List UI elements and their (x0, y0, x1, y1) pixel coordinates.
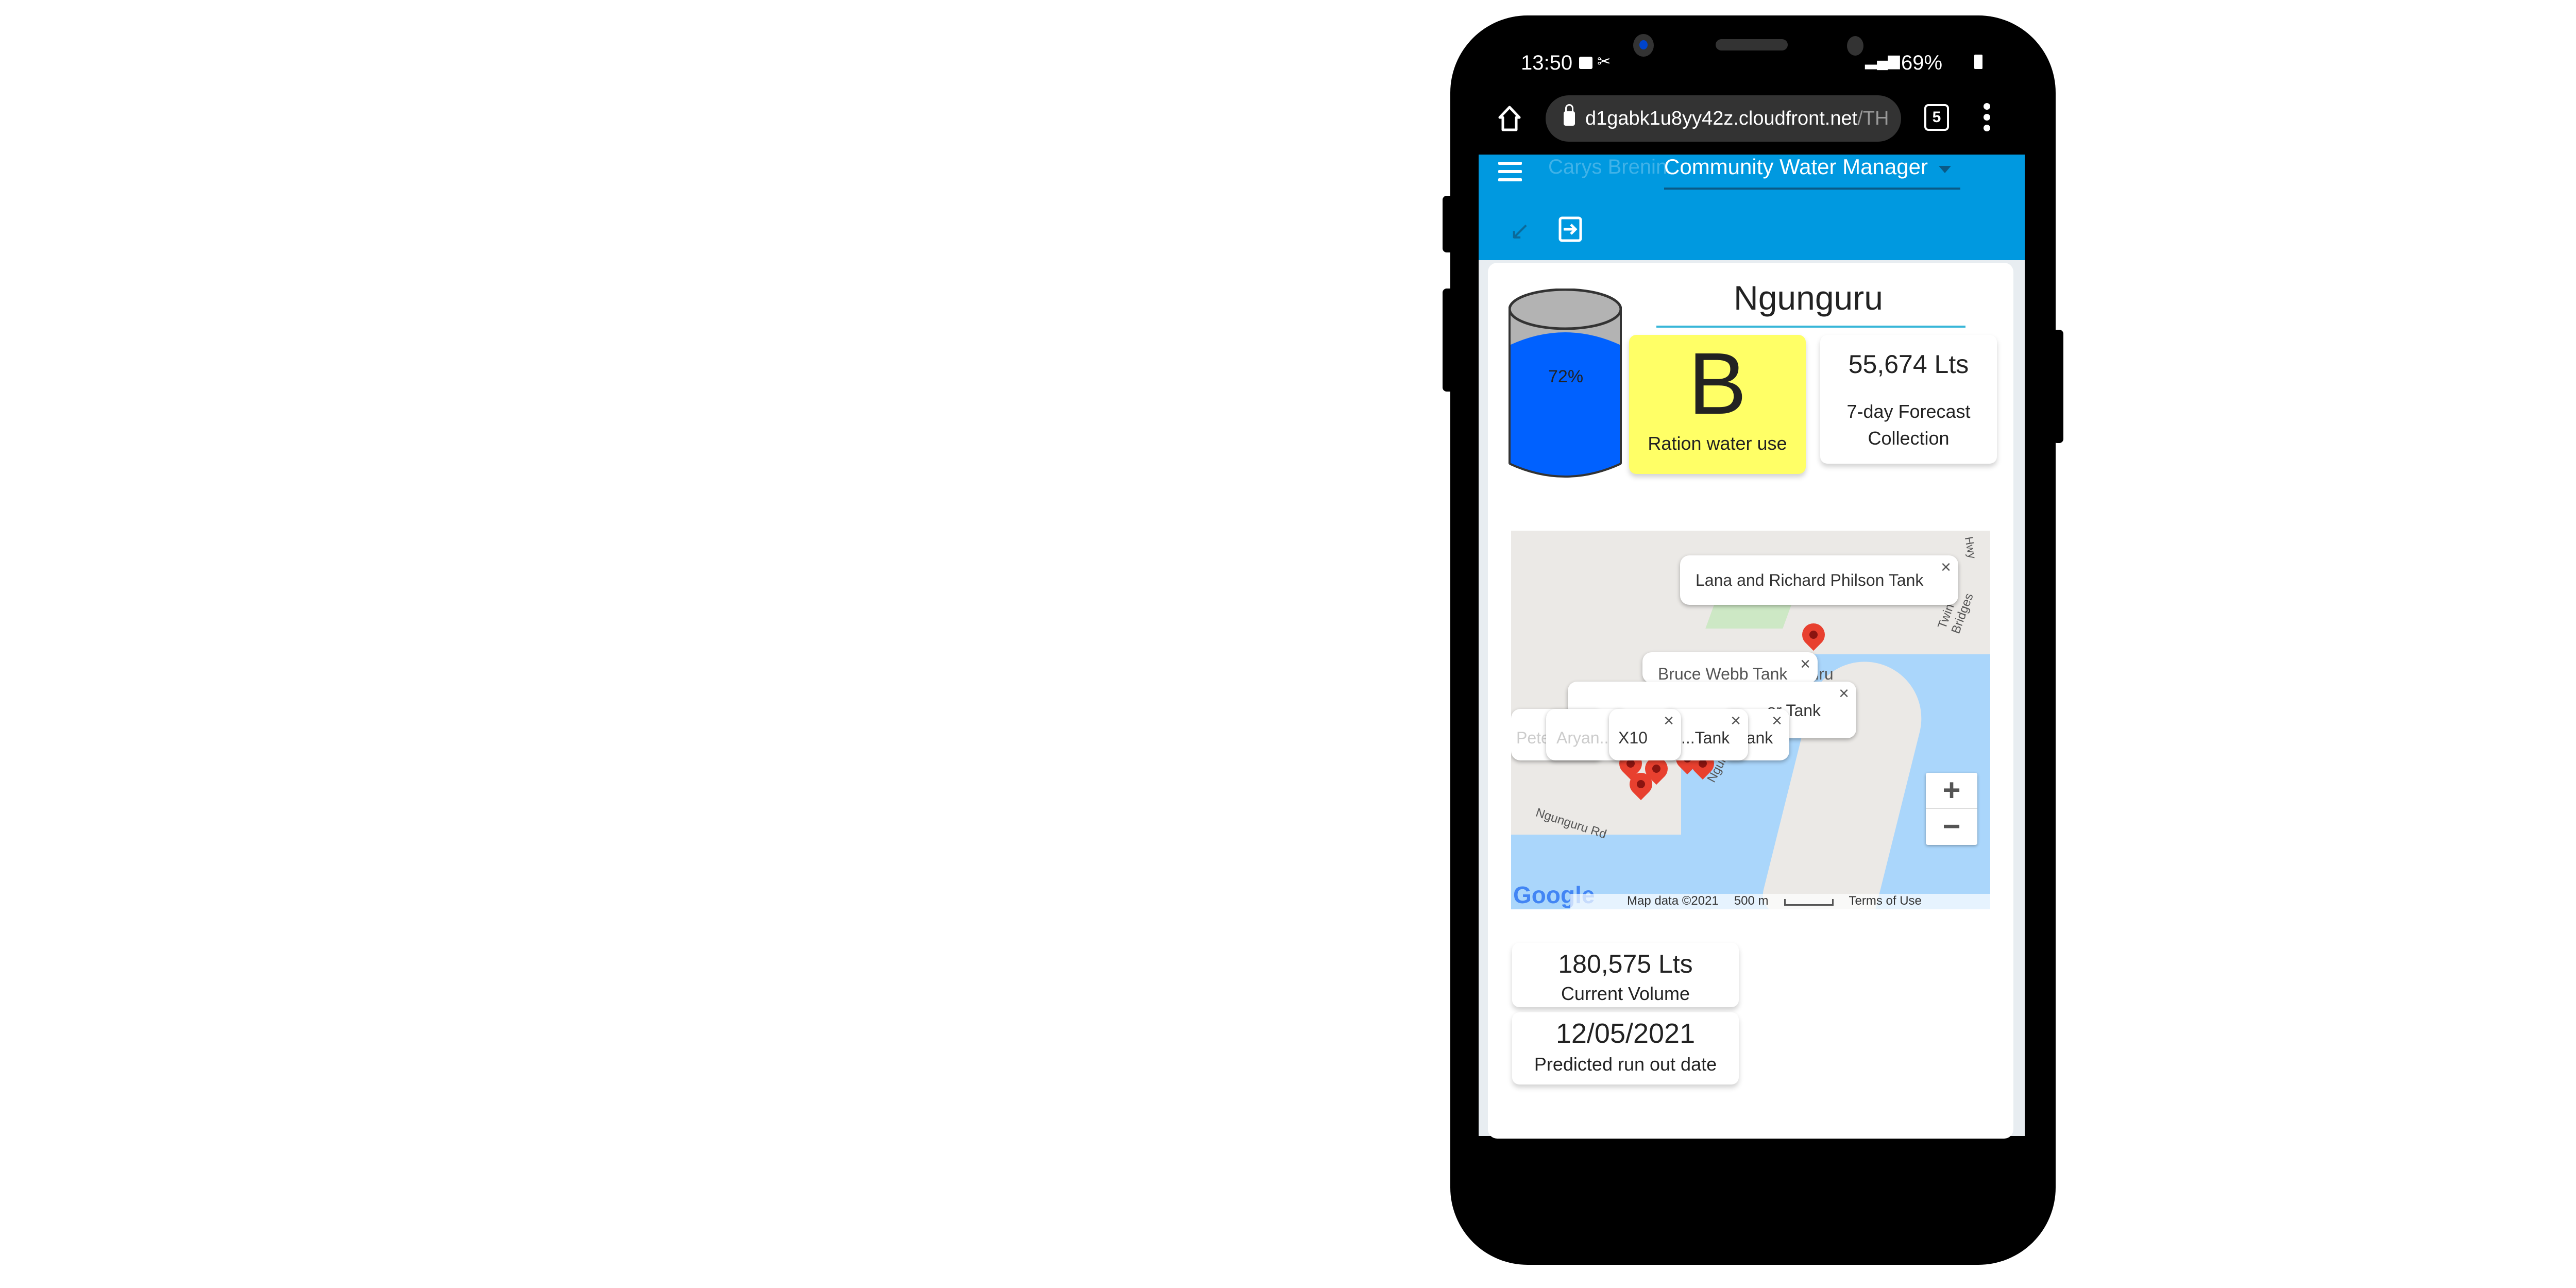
ration-label: Ration water use (1648, 433, 1787, 454)
forecast-label-2: Collection (1868, 428, 1950, 449)
map-attribution: Map data ©2021 (1627, 894, 1719, 908)
battery-icon (1974, 55, 1982, 69)
chevron-down-icon[interactable] (1939, 166, 1951, 173)
map-popup[interactable]: Lana and Richard Philson Tank × (1680, 555, 1958, 605)
close-icon[interactable]: × (1839, 684, 1849, 704)
title-underline (1656, 326, 1965, 328)
logout-icon[interactable] (1558, 216, 1582, 242)
current-volume-label: Current Volume (1561, 983, 1690, 1004)
forecast-card: 55,674 Lts 7-day Forecast Collection (1820, 335, 1997, 464)
url-bar[interactable]: d1gabk1u8yy42z.cloudfront.net/TH (1546, 95, 1901, 142)
map-scale: 500 m (1734, 894, 1769, 908)
community-name: Ngunguru (1734, 279, 1883, 317)
phone-power-button (2053, 330, 2063, 443)
battery-percent: 69% (1901, 52, 1943, 74)
speaker-grille (1716, 39, 1788, 50)
map-popup[interactable]: Bruce Webb Tank × (1642, 652, 1818, 683)
front-camera (1633, 34, 1654, 57)
community-selector[interactable]: Community Water Manager (1664, 155, 1928, 179)
zoom-in-button[interactable]: + (1926, 773, 1977, 809)
current-volume-value: 180,575 Lts (1558, 950, 1693, 978)
popup-label: ...Tank (1681, 728, 1730, 747)
popup-label: X10 (1618, 728, 1648, 747)
map-popup[interactable]: X10 × (1609, 709, 1681, 760)
tank-fill-percent: 72% (1548, 367, 1584, 386)
collapse-arrow-icon[interactable]: ↙ (1510, 216, 1530, 245)
forecast-label: 7-day Forecast (1846, 401, 1971, 422)
url-domain: d1gabk1u8yy42z.cloudfront.net (1585, 107, 1858, 129)
proximity-sensor (1847, 36, 1863, 56)
close-icon[interactable]: × (1731, 711, 1741, 731)
road-label: Hwy (1962, 535, 1979, 560)
ration-grade: B (1688, 335, 1747, 433)
map-zoom-control: + − (1926, 773, 1977, 845)
current-volume-card: 180,575 Lts Current Volume (1512, 943, 1739, 1007)
run-out-date: 12/05/2021 (1555, 1018, 1696, 1049)
signal-icon: ▂▄▆ (1865, 52, 1900, 69)
map-footer: Map data ©2021 500 m Terms of Use (1570, 894, 1990, 909)
close-icon[interactable]: × (1941, 557, 1951, 578)
map-terms-link[interactable]: Terms of Use (1849, 894, 1922, 909)
popup-label: Lana and Richard Philson Tank (1696, 571, 1924, 589)
user-name: Carys Brenin (1548, 156, 1668, 178)
zoom-out-button[interactable]: − (1926, 809, 1977, 844)
tab-switcher-button[interactable]: 5 (1924, 104, 1949, 131)
run-out-card: 12/05/2021 Predicted run out date (1512, 1012, 1739, 1084)
close-icon[interactable]: × (1772, 711, 1782, 731)
tank-map[interactable]: Ngunguru Rd Ngunguru Rd Twin Bridges Hwy… (1511, 531, 1990, 909)
forecast-value: 55,674 Lts (1848, 350, 1969, 379)
phone-volume-button (1443, 289, 1454, 392)
popup-label: Aryan... (1556, 728, 1614, 747)
url-path: /TH (1857, 107, 1889, 129)
popup-label: Bruce Webb Tank (1658, 665, 1788, 683)
selector-underline (1664, 188, 1960, 190)
close-icon[interactable]: × (1800, 654, 1810, 674)
run-out-label: Predicted run out date (1534, 1054, 1717, 1075)
scale-bar (1784, 899, 1834, 906)
home-icon[interactable] (1497, 103, 1522, 134)
close-icon[interactable]: × (1664, 711, 1674, 731)
lock-icon (1564, 104, 1575, 126)
phone-side-button (1443, 196, 1454, 252)
missed-call-icon: ✂ (1597, 52, 1611, 71)
browser-menu-icon[interactable] (1984, 103, 1991, 134)
gallery-notification-icon (1579, 57, 1592, 69)
ration-card: B Ration water use (1629, 335, 1806, 474)
tank-pin[interactable] (1797, 618, 1830, 651)
status-time: 13:50 (1521, 52, 1573, 74)
hamburger-menu-icon[interactable] (1498, 162, 1522, 187)
